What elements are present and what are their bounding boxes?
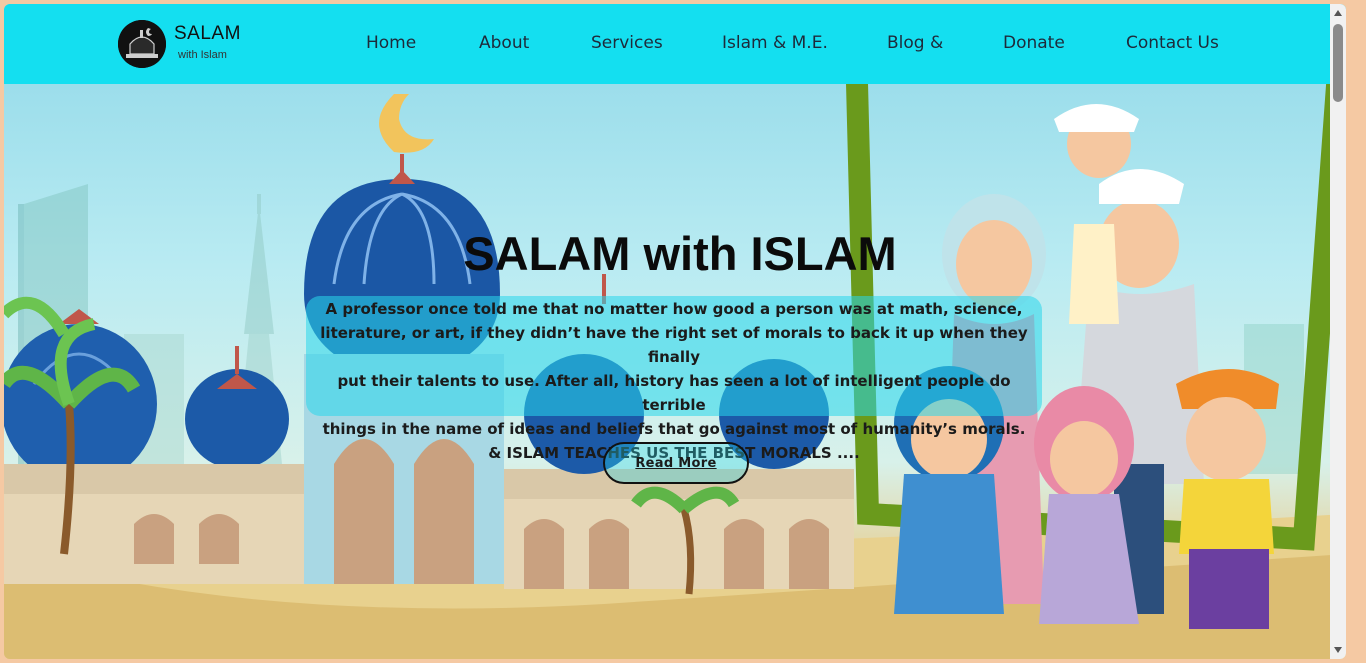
brand-logo[interactable]: SALAM with Islam	[118, 20, 248, 70]
scroll-up-arrow-icon[interactable]	[1334, 10, 1342, 16]
page-scrollbar[interactable]	[1330, 4, 1346, 659]
hero-line: literature, or art, if they didn’t have …	[320, 324, 1028, 366]
small-dome	[185, 346, 289, 469]
hero-line: put their talents to use. After all, his…	[337, 372, 1011, 414]
hero-line: things in the name of ideas and beliefs …	[322, 420, 1026, 438]
nav-services[interactable]: Services	[591, 33, 663, 53]
scrollbar-thumb[interactable]	[1333, 24, 1343, 102]
brand-name: SALAM	[174, 23, 241, 44]
nav-blog[interactable]: Blog &	[887, 33, 943, 53]
nav-contact-us[interactable]: Contact Us	[1126, 33, 1219, 53]
top-navbar: SALAM with Islam Home About Services Isl…	[4, 4, 1346, 84]
hero-description: A professor once told me that no matter …	[306, 297, 1042, 465]
nav-about[interactable]: About	[479, 33, 529, 53]
hero-title: SALAM with ISLAM	[463, 227, 897, 280]
hero-line: A professor once told me that no matter …	[325, 300, 1023, 318]
mosque-logo-icon	[118, 20, 166, 68]
page: SALAM with Islam Home About Services Isl…	[4, 4, 1346, 659]
nav-home[interactable]: Home	[366, 33, 416, 53]
scroll-down-arrow-icon[interactable]	[1334, 647, 1342, 653]
nav-islam-me[interactable]: Islam & M.E.	[722, 33, 828, 53]
nav-donate[interactable]: Donate	[1003, 33, 1065, 53]
brand-tagline: with Islam	[178, 49, 227, 61]
read-more-button[interactable]: Read More	[603, 442, 749, 484]
